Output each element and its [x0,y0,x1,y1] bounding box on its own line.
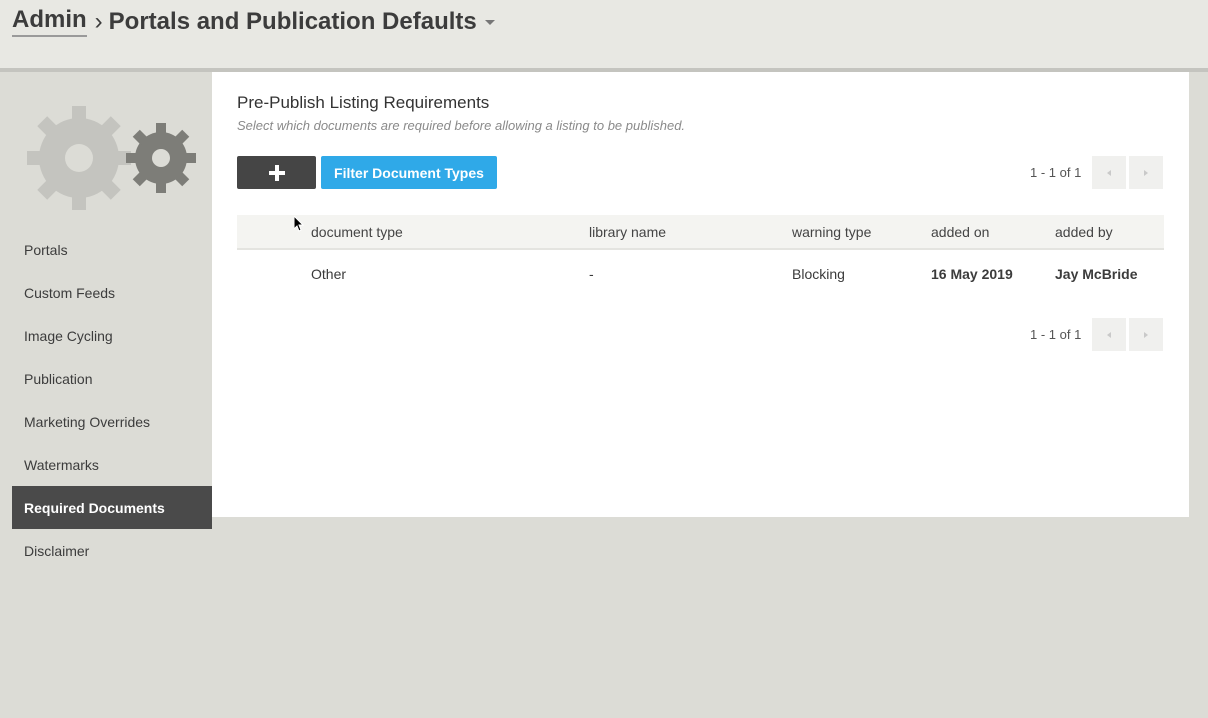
pager-summary-bottom: 1 - 1 of 1 [1030,327,1082,342]
chevron-left-icon [1107,169,1111,176]
prev-page-button-bottom[interactable] [1092,318,1126,351]
gears-icon [27,106,196,210]
column-header-document-type[interactable]: document type [311,215,403,248]
column-header-warning-type[interactable]: warning type [792,215,871,248]
pager-summary-top: 1 - 1 of 1 [1030,165,1082,180]
header: Admin › Portals and Publication Defaults [0,0,1208,72]
column-header-added-on[interactable]: added on [931,215,989,248]
chevron-left-icon [1107,331,1111,338]
documents-table: document type library name warning type … [237,215,1164,298]
table-row[interactable]: Other - Blocking 16 May 2019 Jay McBride [237,250,1164,298]
cell-added-by: Jay McBride [1055,266,1138,282]
breadcrumb-separator: › [94,7,103,35]
cell-added-on: 16 May 2019 [931,266,1013,282]
prev-page-button-top[interactable] [1092,156,1126,189]
cell-document-type: Other [311,266,347,282]
section-subtitle: Select which documents are required befo… [237,118,686,133]
chevron-down-icon[interactable] [484,20,495,25]
chevron-right-icon [1144,169,1148,176]
chevron-right-icon [1144,331,1148,338]
page-title[interactable]: Portals and Publication Defaults [109,8,477,36]
cell-warning-type: Blocking [792,266,845,282]
next-page-button-bottom[interactable] [1129,318,1163,351]
sidebar-item-custom-feeds[interactable]: Custom Feeds [12,271,212,314]
cell-library-name: - [589,266,594,282]
sidebar-item-image-cycling[interactable]: Image Cycling [12,314,212,357]
column-header-library-name[interactable]: library name [589,215,666,248]
filter-document-types-button[interactable]: Filter Document Types [321,156,497,189]
table-header: document type library name warning type … [237,215,1164,250]
sidebar-item-publication[interactable]: Publication [12,357,212,400]
next-page-button-top[interactable] [1129,156,1163,189]
sidebar-item-marketing-overrides[interactable]: Marketing Overrides [12,400,212,443]
sidebar-item-watermarks[interactable]: Watermarks [12,443,212,486]
sidebar-item-disclaimer[interactable]: Disclaimer [12,529,212,572]
main-panel: Pre-Publish Listing Requirements Select … [212,72,1189,517]
column-header-added-by[interactable]: added by [1055,215,1113,248]
sidebar-item-portals[interactable]: Portals [12,228,212,271]
mouse-cursor-icon [294,216,304,232]
section-title: Pre-Publish Listing Requirements [237,93,490,112]
sidebar: Portals Custom Feeds Image Cycling Publi… [0,72,212,718]
add-button[interactable] [237,156,316,189]
breadcrumb: Admin › Portals and Publication Defaults [12,6,495,37]
breadcrumb-admin-link[interactable]: Admin [12,6,87,37]
plus-icon [268,164,285,181]
sidebar-item-required-documents[interactable]: Required Documents [12,486,212,529]
